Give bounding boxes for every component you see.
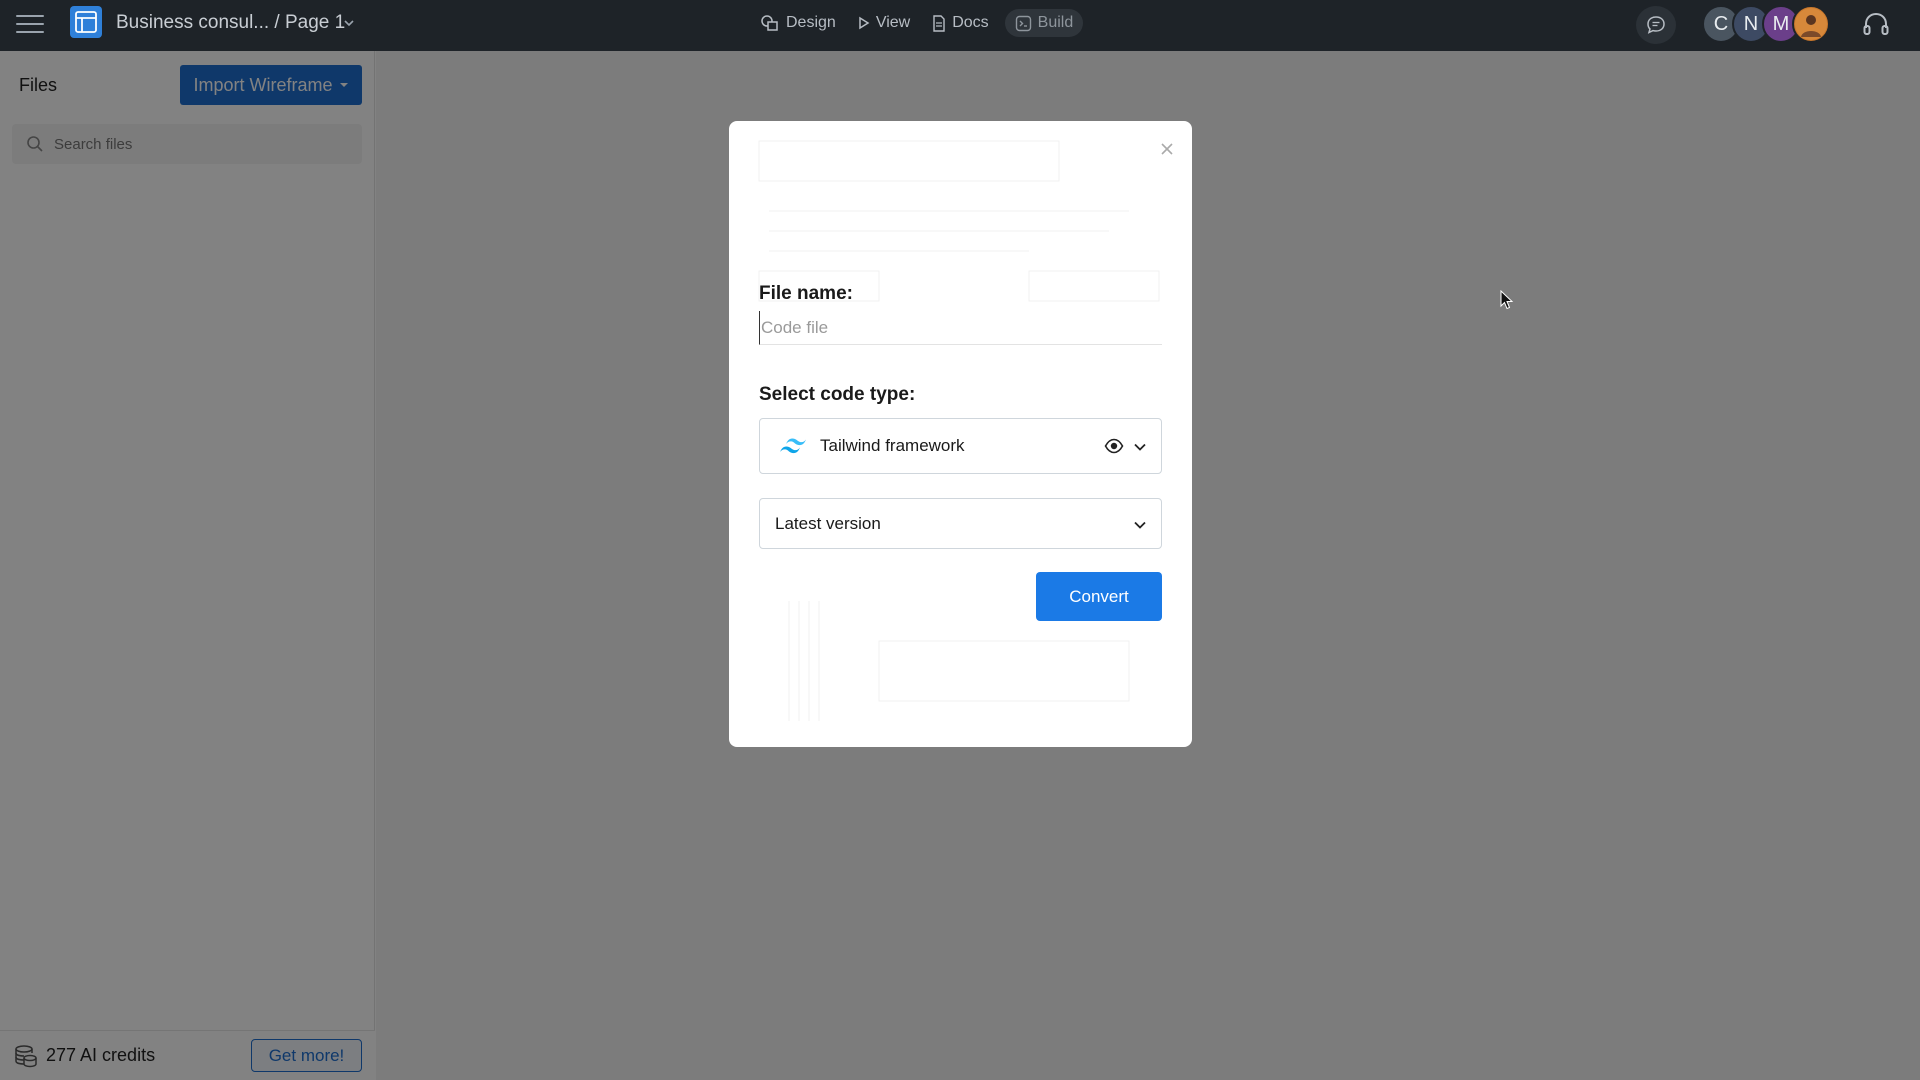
- tailwind-logo-icon: [780, 438, 806, 454]
- nav-view-label: View: [875, 14, 911, 31]
- avatar-photo[interactable]: [1792, 5, 1830, 43]
- chevron-down-icon[interactable]: [1132, 439, 1148, 455]
- chat-icon: [1647, 16, 1665, 34]
- top-nav: Design View Docs Build: [754, 9, 1084, 37]
- nav-build[interactable]: Build: [1004, 9, 1084, 37]
- chevron-down-icon[interactable]: [1132, 517, 1148, 533]
- nav-docs[interactable]: Docs: [926, 9, 994, 37]
- code-type-value: Tailwind framework: [820, 436, 965, 455]
- document-title[interactable]: Business consul... / Page 1: [116, 12, 345, 34]
- version-value: Latest version: [775, 513, 881, 533]
- play-icon: [859, 16, 870, 30]
- close-icon[interactable]: [1157, 139, 1177, 159]
- shapes-icon: [761, 15, 778, 31]
- file-name-label: File name:: [759, 283, 853, 304]
- code-icon: [1015, 15, 1031, 31]
- export-code-dialog: File name: Select code type: Tailwind fr…: [729, 121, 1192, 747]
- convert-button[interactable]: Convert: [1036, 572, 1162, 621]
- nav-design[interactable]: Design: [754, 9, 842, 37]
- nav-view[interactable]: View: [852, 9, 916, 37]
- nav-build-label: Build: [1037, 14, 1074, 31]
- version-select[interactable]: Latest version: [759, 498, 1162, 549]
- document-icon: [933, 14, 945, 32]
- comments-button[interactable]: [1636, 6, 1676, 44]
- code-type-select[interactable]: Tailwind framework: [759, 418, 1162, 474]
- top-bar: Business consul... / Page 1 Design View …: [0, 0, 1920, 51]
- nav-design-label: Design: [786, 14, 836, 31]
- mouse-cursor-icon: [1500, 290, 1514, 310]
- file-name-input[interactable]: [759, 311, 1162, 345]
- app-logo-icon[interactable]: [70, 6, 102, 38]
- nav-docs-label: Docs: [952, 14, 989, 31]
- user-photo-icon: [1795, 8, 1827, 40]
- collaborator-avatars: C N M: [1702, 5, 1830, 43]
- chevron-down-icon[interactable]: [342, 16, 356, 30]
- headset-icon[interactable]: [1862, 12, 1890, 38]
- menu-icon[interactable]: [16, 12, 44, 36]
- eye-icon[interactable]: [1104, 437, 1124, 455]
- modal-backdrop[interactable]: File name: Select code type: Tailwind fr…: [0, 51, 1920, 1080]
- code-type-label: Select code type:: [759, 384, 916, 405]
